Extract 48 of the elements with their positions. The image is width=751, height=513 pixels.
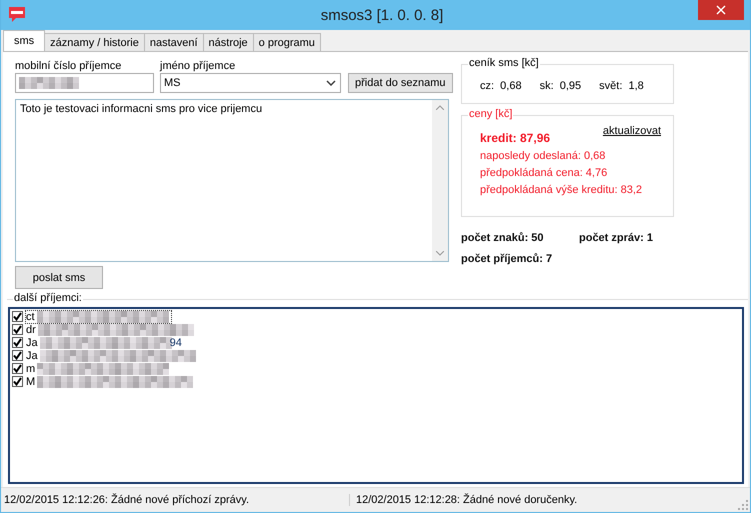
credit-text: kredit: 87,96 [480,131,550,145]
tab[interactable]: sms [3,30,46,51]
group-title: ceny [kč] [468,108,514,120]
tab[interactable]: o programu [252,33,321,51]
price-text: svět: 1,8 [599,80,644,92]
close-button[interactable] [698,0,744,20]
price-text: naposledy odeslaná: 0,68 [480,150,606,162]
tab[interactable]: záznamy / historie [44,33,145,51]
update-link[interactable]: aktualizovat [602,125,661,137]
checkbox[interactable] [12,311,23,322]
resize-grip-icon[interactable] [738,500,748,510]
count-text: počet zpráv: 1 [579,232,653,244]
recipient-list[interactable]: ct dr Ja 94 Ja m M [8,307,744,484]
checkbox[interactable] [12,363,23,374]
checkbox[interactable] [12,350,23,361]
list-item[interactable]: Ja 94 [25,336,185,350]
price-text: předpokládaná cena: 4,76 [480,167,608,179]
status-text: 12/02/2015 12:12:28: Žádné nové doručenky. [349,494,701,506]
count-text: počet znaků: 50 [461,232,545,244]
checkbox[interactable] [12,376,23,387]
name-dropdown[interactable]: MS [160,73,341,93]
close-icon [716,5,726,15]
price-text: sk: 0,95 [540,80,582,92]
list-item[interactable]: ct [25,310,172,324]
send-button[interactable]: poslat sms [15,266,103,289]
tab[interactable]: nástroje [202,33,254,51]
list-item[interactable]: m [25,362,172,376]
message-field[interactable]: Toto je testovaci informacni sms pro vice prijemcu [15,99,449,262]
group-title: další příjemci: [13,292,83,304]
tab[interactable]: nastavení [144,33,204,51]
checkbox[interactable] [12,337,23,348]
add-to-list-button[interactable]: přidat do seznamu [348,73,452,93]
field-label: jméno příjemce [160,60,236,72]
count-text: počet příjemců: 7 [461,253,554,265]
group-title: ceník sms [kč] [468,57,540,69]
pixelated-block [19,77,79,89]
checkbox[interactable] [12,324,23,335]
list-item[interactable]: dr [25,322,197,336]
list-item[interactable]: M [25,374,196,388]
price-text: předpokládaná výše kreditu: 83,2 [480,184,642,196]
list-item[interactable]: Ja [25,348,199,362]
field-label: mobilní číslo příjemce [15,60,122,72]
price-text: cz: 0,68 [480,80,522,92]
phone-field[interactable] [15,73,154,93]
window-title: smsos3 [1. 0. 0. 8] [320,6,444,24]
chevron-down-icon [326,80,336,86]
status-text: 12/02/2015 12:12:26: Žádné nové příchozí zprávy. [3,494,250,506]
sms-bubble-icon [8,6,26,24]
